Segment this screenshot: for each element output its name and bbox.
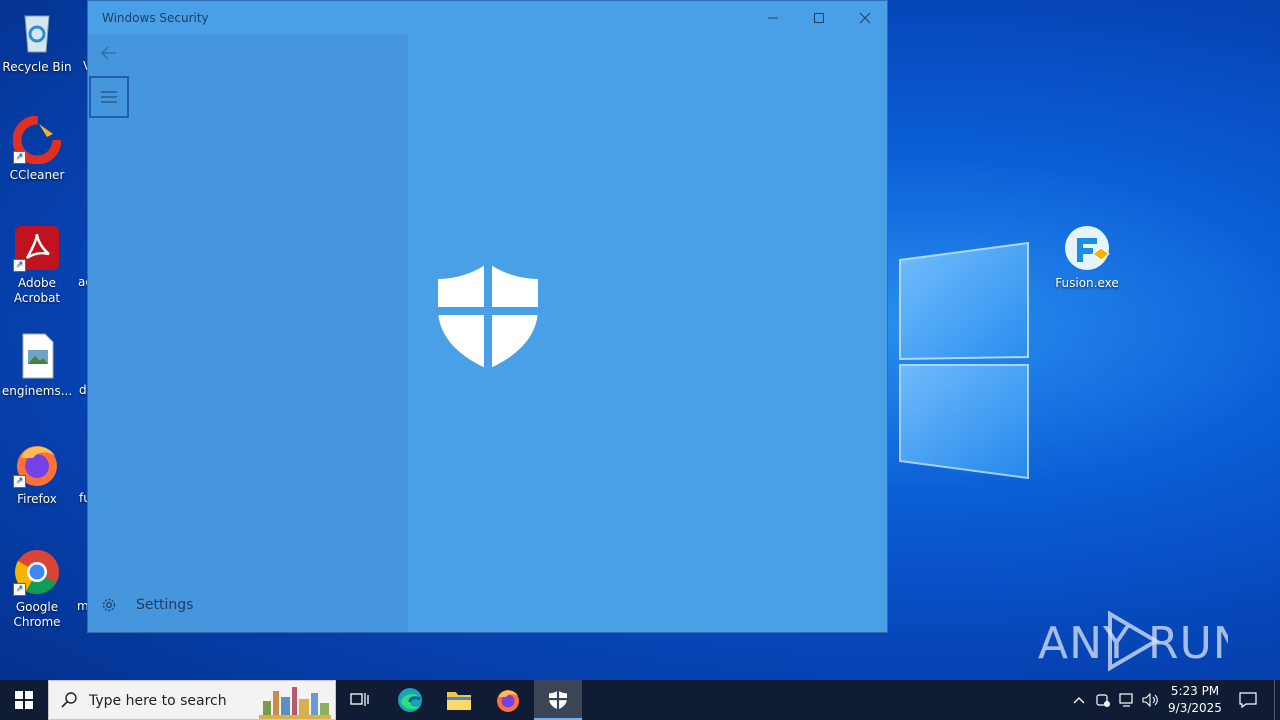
- desktop-icon-label: enginems...: [1, 384, 73, 398]
- task-view-icon: [350, 693, 369, 706]
- tray-network[interactable]: [1116, 680, 1138, 720]
- chrome-icon: ↗: [13, 548, 61, 596]
- network-icon: [1119, 693, 1133, 707]
- hamburger-icon: [101, 91, 117, 103]
- window-title: Windows Security: [102, 11, 209, 25]
- shortcut-arrow-icon: ↗: [13, 259, 26, 272]
- shield-icon: [549, 690, 567, 710]
- windows-security-window[interactable]: Windows Security Settings: [87, 0, 888, 633]
- start-button[interactable]: [0, 680, 48, 720]
- windows-security-shield-icon: [438, 263, 538, 369]
- minimize-icon: [768, 17, 778, 18]
- taskbar-clock[interactable]: 5:23 PM 9/3/2025: [1162, 683, 1228, 717]
- shortcut-arrow-icon: ↗: [13, 475, 26, 488]
- search-placeholder: Type here to search: [89, 693, 227, 709]
- search-icon: [61, 692, 77, 708]
- desktop-icon-label: Fusion.exe: [1055, 276, 1119, 290]
- desktop-icon-label-partial: d: [79, 383, 87, 397]
- desktop-icon-label: Firefox: [17, 492, 57, 506]
- taskbar-edge[interactable]: [386, 680, 434, 720]
- desktop-icon-ccleaner[interactable]: ↗ CCleaner: [0, 115, 74, 183]
- close-icon: [859, 12, 871, 23]
- navigation-pane: Settings: [88, 34, 408, 632]
- adobe-acrobat-icon: ↗: [13, 224, 61, 272]
- desktop-icon-recycle-bin[interactable]: Recycle Bin: [0, 8, 74, 75]
- nav-item-settings[interactable]: Settings: [100, 596, 193, 614]
- defender-tray-icon: [1096, 694, 1110, 707]
- desktop-icon-label: Recycle Bin: [2, 60, 72, 74]
- tray-security-status[interactable]: [1092, 680, 1114, 720]
- taskbar: Type here to search 5:23 PM 9/3/2025: [0, 680, 1280, 720]
- svg-text:ANY: ANY: [1038, 618, 1131, 669]
- anyrun-logo-icon: ANY RUN: [1038, 610, 1228, 672]
- show-desktop-button[interactable]: [1274, 680, 1275, 720]
- taskbar-firefox[interactable]: [484, 680, 532, 720]
- minimize-button[interactable]: [750, 1, 796, 34]
- fusion-app-icon: [1063, 224, 1111, 272]
- desktop-icon-label: Google Chrome: [13, 600, 61, 629]
- desktop-icon-enginems[interactable]: enginems...: [0, 332, 74, 399]
- action-center-button[interactable]: [1234, 680, 1262, 720]
- ccleaner-icon: ↗: [12, 115, 62, 165]
- notification-icon: [1239, 692, 1257, 708]
- svg-text:RUN: RUN: [1148, 618, 1228, 669]
- desktop-icon-adobe-acrobat[interactable]: ↗ Adobe Acrobat: [0, 224, 74, 306]
- recycle-bin-icon: [13, 8, 61, 56]
- edge-icon: [398, 688, 422, 712]
- show-hidden-icons-button[interactable]: [1068, 680, 1090, 720]
- maximize-button[interactable]: [796, 1, 842, 34]
- windows-start-icon: [15, 691, 33, 709]
- taskbar-windows-security[interactable]: [534, 680, 582, 720]
- firefox-icon: ↗: [13, 440, 61, 488]
- task-view-button[interactable]: [336, 680, 384, 720]
- maximize-icon: [814, 12, 824, 23]
- speaker-icon: [1142, 693, 1158, 707]
- gear-icon: [102, 598, 116, 612]
- title-bar[interactable]: Windows Security: [88, 1, 887, 34]
- shortcut-arrow-icon: ↗: [13, 583, 26, 596]
- menu-button[interactable]: [89, 76, 129, 118]
- windows-wallpaper-logo: [899, 241, 1029, 480]
- taskbar-file-explorer[interactable]: [435, 680, 483, 720]
- shortcut-arrow-icon: ↗: [13, 151, 26, 164]
- back-arrow-icon: [101, 46, 116, 60]
- desktop-icon-fusion-exe[interactable]: Fusion.exe: [1050, 224, 1124, 291]
- clock-time: 5:23 PM: [1170, 684, 1220, 698]
- desktop-icon-google-chrome[interactable]: ↗ Google Chrome: [0, 548, 74, 630]
- tray-volume[interactable]: [1140, 680, 1162, 720]
- chevron-up-icon: [1073, 697, 1085, 704]
- settings-label: Settings: [136, 597, 194, 613]
- taskbar-search-box[interactable]: Type here to search: [48, 680, 336, 720]
- close-button[interactable]: [842, 1, 888, 34]
- desktop-icon-label: Adobe Acrobat: [13, 276, 61, 305]
- folder-icon: [447, 692, 471, 710]
- search-highlight-city-icon: [259, 687, 331, 719]
- clock-date: 9/3/2025: [1168, 701, 1222, 715]
- desktop-icon-label: CCleaner: [9, 168, 65, 182]
- desktop-icon-firefox[interactable]: ↗ Firefox: [0, 440, 74, 507]
- anyrun-watermark: ANY RUN: [1038, 610, 1228, 672]
- image-file-icon: [13, 332, 61, 380]
- back-button[interactable]: [98, 42, 120, 64]
- firefox-icon: [497, 690, 519, 712]
